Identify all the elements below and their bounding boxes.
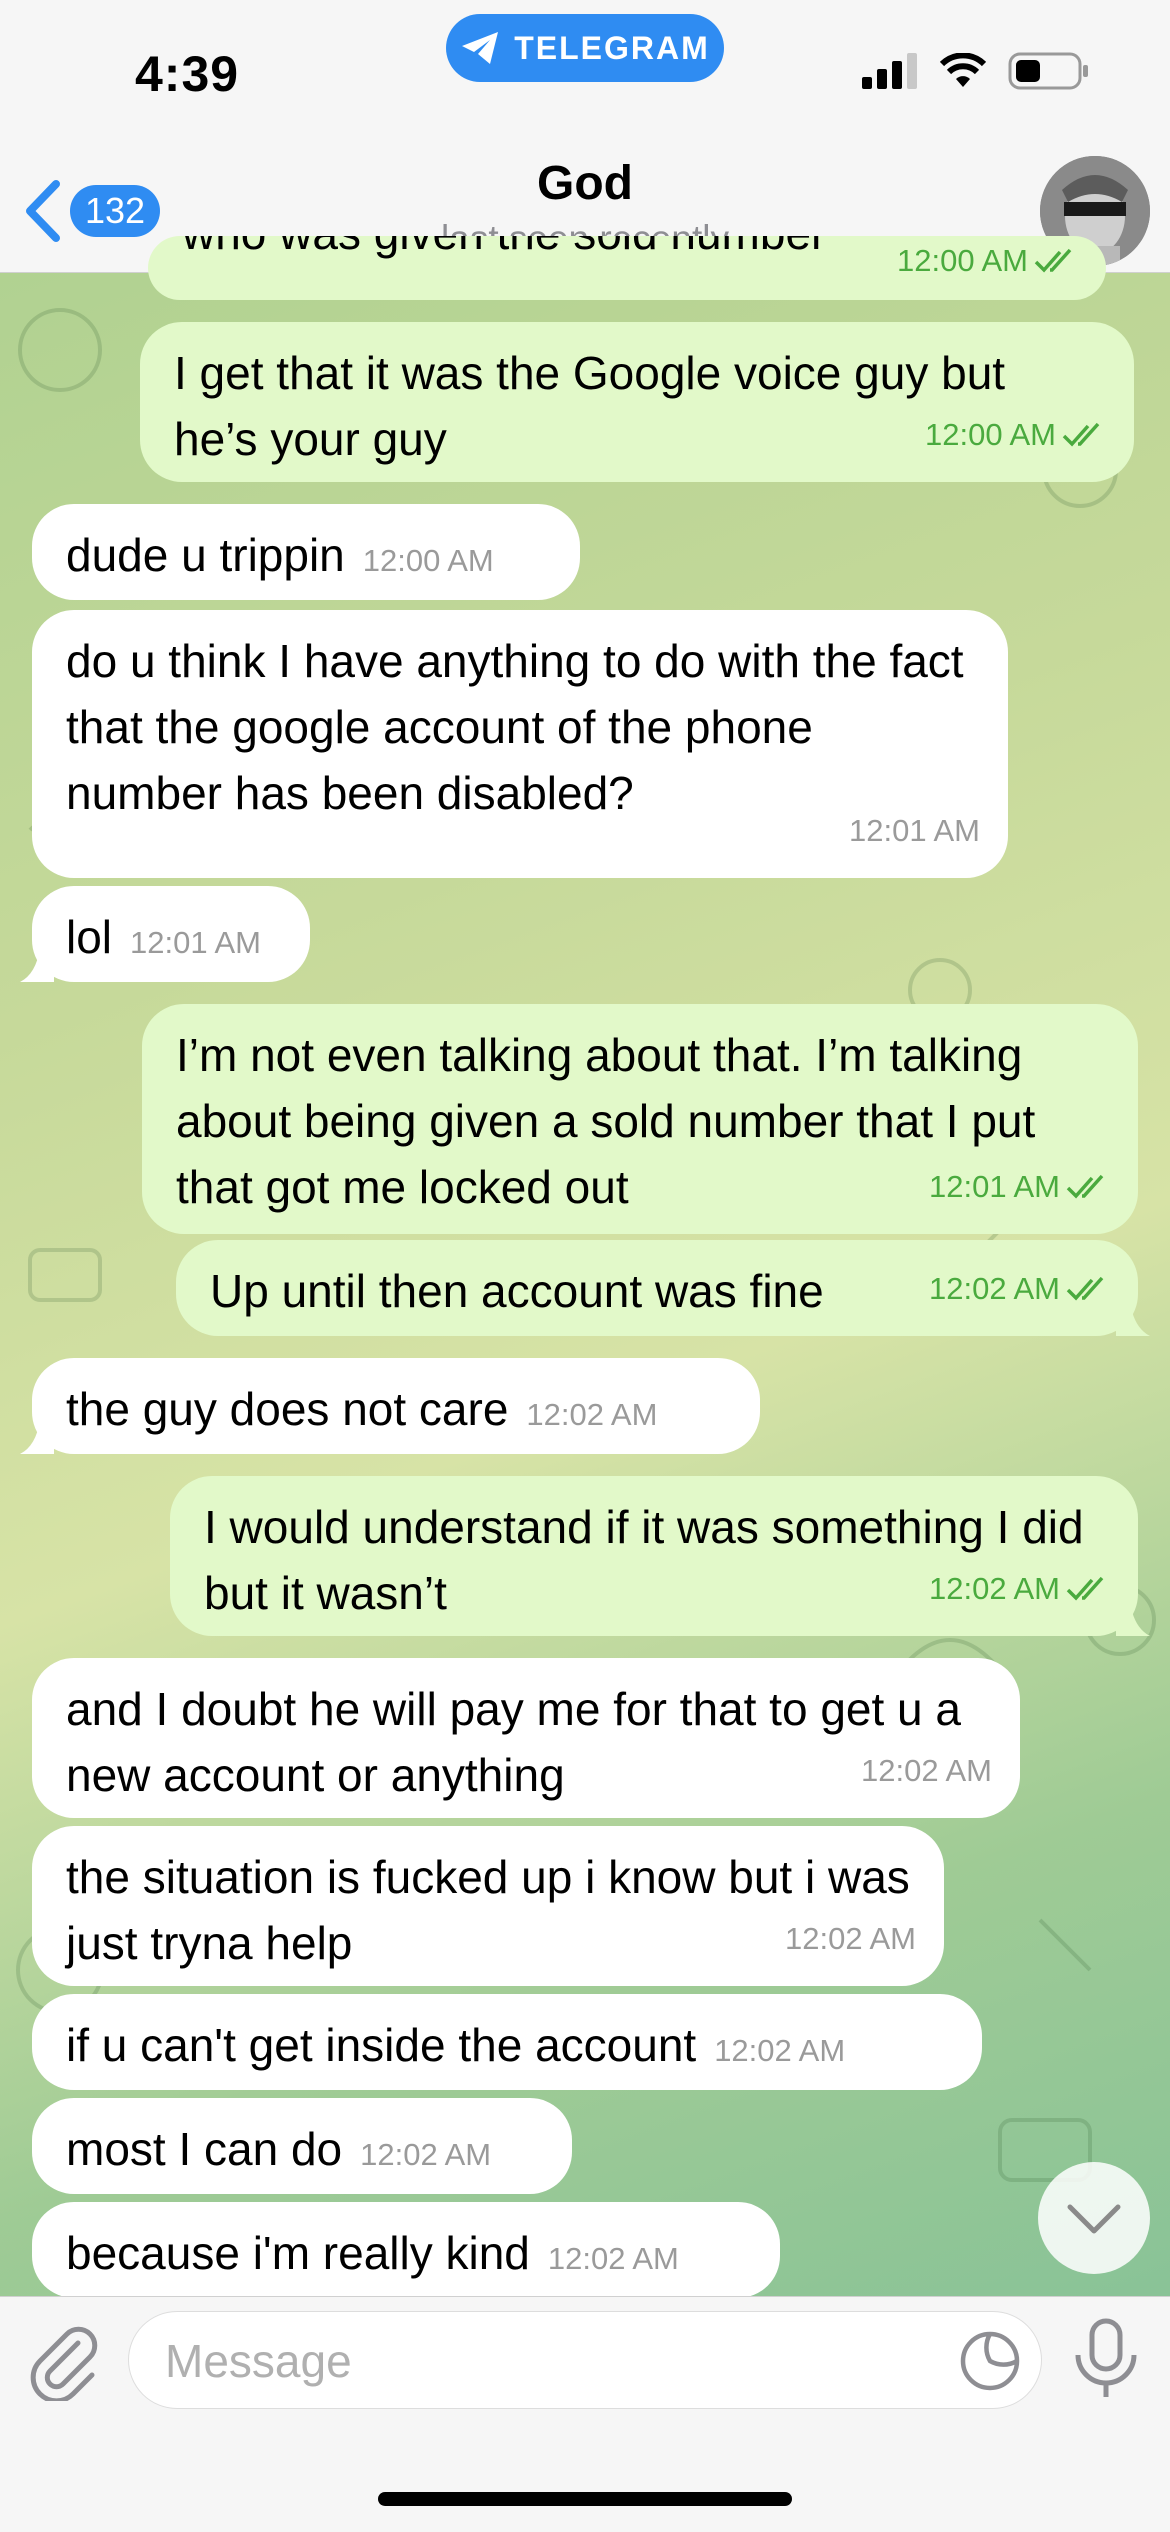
- message-incoming[interactable]: and I doubt he will pay me for that to g…: [32, 1658, 1020, 1818]
- message-meta: 12:02 AM: [785, 1906, 916, 1972]
- message-meta: 12:02 AM: [929, 1256, 1110, 1322]
- message-text: the guy does not care: [66, 1383, 509, 1435]
- message-time: 12:00 AM: [362, 543, 494, 578]
- message-time: 12:01 AM: [929, 1169, 1060, 1204]
- message-text: do u think I have anything to do with th…: [66, 635, 964, 819]
- message-meta: 12:02 AM: [861, 1738, 992, 1804]
- message-outgoing[interactable]: I would understand if it was something I…: [170, 1476, 1150, 1636]
- wifi-icon: [940, 53, 986, 87]
- chevron-down-icon: [1067, 2204, 1121, 2234]
- message-meta: 12:01 AM: [929, 1154, 1110, 1220]
- telegram-plane-icon: [462, 32, 499, 64]
- scroll-to-bottom-button[interactable]: [1038, 2162, 1150, 2274]
- message-time: 12:02 AM: [360, 2137, 492, 2172]
- chat-screen: 4:39 TELEGRAM 132 God 12:00 AM I get tha…: [0, 0, 1170, 2532]
- message-incoming[interactable]: do u think I have anything to do with th…: [32, 610, 1008, 878]
- microphone-icon[interactable]: [1068, 2317, 1144, 2401]
- message-time: 12:02 AM: [929, 1271, 1060, 1306]
- status-time: 4:39: [135, 46, 240, 102]
- message-input[interactable]: Message: [128, 2311, 1042, 2409]
- bubble-tail: [1116, 1602, 1150, 1636]
- battery-icon: [1008, 52, 1088, 90]
- bubble-tail: [20, 1420, 54, 1454]
- double-check-icon: [1062, 422, 1100, 447]
- message-time: 12:02 AM: [714, 2033, 846, 2068]
- status-icons: [862, 52, 1090, 90]
- message-placeholder: Message: [165, 2335, 352, 2387]
- bubble-tail: [1116, 1302, 1150, 1336]
- home-indicator[interactable]: [378, 2492, 792, 2506]
- message-incoming[interactable]: because i'm really kind 12:02 AM: [32, 2202, 780, 2298]
- message-outgoing[interactable]: Up until then account was fine 12:02 AM: [176, 1240, 1150, 1336]
- double-check-icon: [1066, 1276, 1104, 1301]
- message-meta: 12:00 AM: [897, 236, 1078, 294]
- message-time: 12:00 AM: [925, 417, 1056, 452]
- double-check-icon: [1066, 1174, 1104, 1199]
- message-incoming[interactable]: the guy does not care 12:02 AM: [20, 1358, 760, 1454]
- message-time: 12:02 AM: [785, 1921, 916, 1956]
- message-time: 12:00 AM: [897, 243, 1028, 278]
- message-text: the situation is fucked up i know but i …: [66, 1851, 910, 1969]
- message-meta: 12:01 AM: [849, 798, 980, 864]
- message-meta: 12:02 AM: [929, 1556, 1110, 1622]
- signal-icon: [862, 53, 917, 89]
- message-outgoing[interactable]: I’m not even talking about that. I’m tal…: [142, 1004, 1138, 1234]
- message-text: because i'm really kind: [66, 2227, 530, 2279]
- message-incoming[interactable]: dude u trippin 12:00 AM: [32, 504, 580, 600]
- message-text: most I can do: [66, 2123, 343, 2175]
- message-time: 12:01 AM: [849, 813, 980, 848]
- status-bar: 4:39 TELEGRAM: [0, 0, 1170, 150]
- sticker-icon[interactable]: [959, 2330, 1021, 2392]
- message-text: lol: [66, 911, 113, 963]
- message-incoming[interactable]: the situation is fucked up i know but i …: [32, 1826, 944, 1986]
- message-meta: 12:00 AM: [925, 402, 1106, 468]
- message-text: dude u trippin: [66, 529, 345, 581]
- message-incoming[interactable]: if u can't get inside the account 12:02 A…: [32, 1994, 982, 2090]
- message-text: and I doubt he will pay me for that to g…: [66, 1683, 962, 1801]
- message-time: 12:01 AM: [130, 925, 262, 960]
- bubble-tail: [20, 948, 54, 982]
- message-text: if u can't get inside the account: [66, 2019, 697, 2071]
- double-check-icon: [1034, 248, 1072, 273]
- double-check-icon: [1066, 1576, 1104, 1601]
- telegram-app-badge[interactable]: TELEGRAM: [446, 14, 724, 82]
- message-time: 12:02 AM: [526, 1397, 658, 1432]
- message-incoming[interactable]: most I can do 12:02 AM: [32, 2098, 572, 2194]
- message-time: 12:02 AM: [929, 1571, 1060, 1606]
- app-badge-label: TELEGRAM: [514, 29, 710, 66]
- message-outgoing[interactable]: I get that it was the Google voice guy b…: [140, 322, 1134, 482]
- message-time: 12:02 AM: [861, 1753, 992, 1788]
- message-outgoing[interactable]: who was given the sold number 12:00 AM: [148, 236, 1106, 300]
- paperclip-icon[interactable]: [28, 2325, 104, 2401]
- message-incoming[interactable]: lol 12:01 AM: [20, 886, 310, 982]
- chat-title[interactable]: God: [0, 156, 1170, 211]
- message-time: 12:02 AM: [547, 2241, 679, 2276]
